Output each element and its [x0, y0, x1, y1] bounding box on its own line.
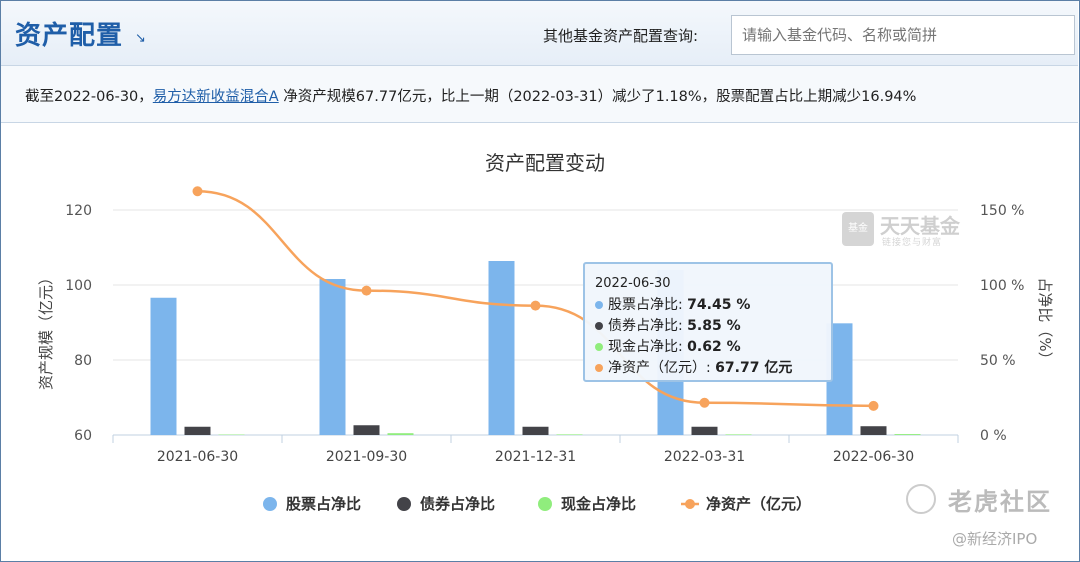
bar-2 — [522, 426, 549, 435]
tooltip-label: 现金占净比: — [608, 339, 688, 355]
bar-3 — [725, 434, 752, 435]
x-tick-label: 2021-09-30 — [326, 449, 407, 465]
fund-logo-watermark: 基金 天天基金 链接您与财富 — [842, 210, 966, 250]
y-tick-right: 100 % — [980, 278, 1024, 294]
legend-symbol — [397, 497, 411, 511]
tooltip-row: 股票占净比: 74.45 % — [595, 295, 831, 316]
tiger-watermark: 老虎社区 — [948, 488, 1052, 516]
legend-label: 债券占净比 — [420, 495, 495, 513]
tooltip-row: 净资产（亿元）: 67.77 亿元 — [595, 358, 831, 379]
tiger-logo-icon — [906, 484, 936, 514]
legend-label: 净资产（亿元） — [706, 495, 811, 513]
bar-1 — [150, 297, 177, 435]
y-axis-title-left: 资产规模（亿元） — [37, 270, 55, 390]
legend-label: 股票占净比 — [286, 495, 361, 513]
y-tick-left: 80 — [74, 353, 92, 369]
net-asset-point — [192, 186, 203, 197]
y-axis-title-right: 占净比（%） — [1036, 277, 1054, 366]
bar-3 — [387, 433, 414, 435]
tooltip-value: 0.62 % — [687, 339, 741, 355]
wechat-watermark: @新经济IPO — [952, 530, 1038, 548]
tooltip-row: 债券占净比: 5.85 % — [595, 316, 831, 337]
bar-2 — [353, 425, 380, 435]
legend-symbol — [538, 497, 552, 511]
y-tick-right: 0 % — [980, 428, 1007, 444]
tooltip-value: 67.77 亿元 — [715, 360, 793, 376]
fund-logo-slogan: 链接您与财富 — [882, 238, 943, 248]
net-asset-point — [530, 300, 541, 311]
y-tick-left: 100 — [65, 278, 92, 294]
tooltip-label: 净资产（亿元）: — [608, 360, 716, 376]
tooltip-dot-icon — [595, 364, 603, 372]
asset-allocation-chart: 资产配置变动 60 80 100 120 0 % 50 % 100 % 150 % 2021-0… — [37, 151, 1054, 513]
bar-1 — [488, 261, 515, 435]
tooltip-value: 74.45 % — [687, 297, 751, 313]
tooltip-value: 5.85 % — [687, 318, 741, 334]
y-tick-left: 120 — [65, 203, 92, 219]
net-asset-point — [868, 400, 879, 411]
bar-3 — [556, 434, 583, 435]
bar-3 — [894, 434, 921, 435]
x-tick-label: 2021-06-30 — [157, 449, 238, 465]
tooltip-dot-icon — [595, 301, 603, 309]
tooltip-dot-icon — [595, 343, 603, 351]
x-tick-label: 2022-03-31 — [664, 449, 745, 465]
chart-tooltip: 2022-06-30 股票占净比: 74.45 % 债券占净比: 5.85 % 现金… — [583, 262, 833, 382]
bar-2 — [184, 426, 211, 435]
y-tick-right: 150 % — [980, 203, 1024, 219]
net-asset-point — [361, 285, 372, 296]
tooltip-row: 现金占净比: 0.62 % — [595, 337, 831, 358]
chart-title: 资产配置变动 — [485, 151, 605, 175]
bar-2 — [860, 426, 887, 435]
legend-label: 现金占净比 — [561, 495, 636, 513]
fund-logo-box: 基金 — [842, 212, 874, 246]
bar-1 — [319, 279, 346, 435]
bar-2 — [691, 426, 718, 435]
x-tick-label: 2021-12-31 — [495, 449, 576, 465]
legend-symbol — [263, 497, 277, 511]
y-tick-left: 60 — [74, 428, 92, 444]
tooltip-dot-icon — [595, 322, 603, 330]
tooltip-label: 债券占净比: — [608, 318, 688, 334]
tooltip-date: 2022-06-30 — [595, 276, 671, 291]
legend-symbol — [685, 499, 695, 509]
x-tick-label: 2022-06-30 — [833, 449, 914, 465]
net-asset-point — [699, 397, 710, 408]
y-tick-right: 50 % — [980, 353, 1016, 369]
tooltip-label: 股票占净比: — [608, 297, 688, 313]
